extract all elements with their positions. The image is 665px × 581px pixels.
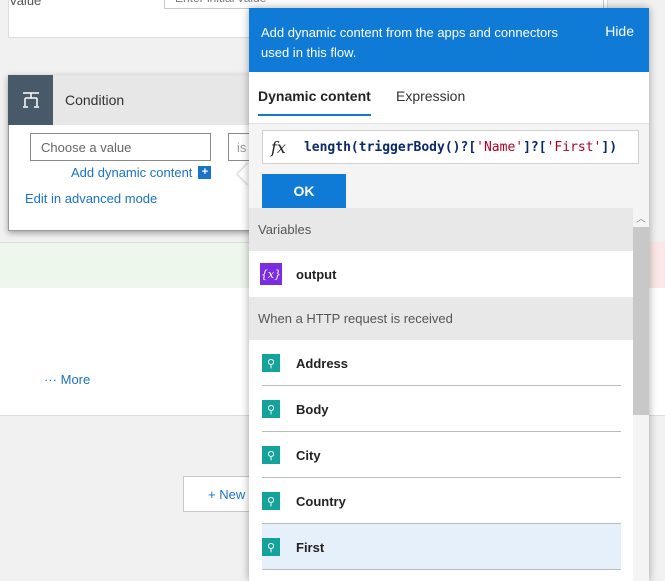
- add-dynamic-content-link[interactable]: Add dynamic content +: [71, 165, 212, 180]
- dynamic-content-flyout: Add dynamic content from the apps and co…: [249, 8, 649, 581]
- section-header: When a HTTP request is received: [249, 297, 634, 340]
- scrollbar-thumb[interactable]: [633, 227, 649, 415]
- add-dynamic-content-label: Add dynamic content: [71, 165, 193, 180]
- condition-header[interactable]: Condition: [8, 75, 266, 125]
- scroll-up-icon[interactable]: ︿: [636, 210, 646, 225]
- list-item-label: output: [296, 266, 337, 282]
- http-request-icon: ⚲: [262, 354, 280, 372]
- plus-icon[interactable]: +: [198, 166, 212, 179]
- dynamic-content-list: Variables {x} output When a HTTP request…: [249, 208, 634, 570]
- http-request-icon: ⚲: [262, 400, 280, 418]
- value-label: Value: [9, 0, 42, 8]
- flyout-header-text: Add dynamic content from the apps and co…: [261, 25, 559, 60]
- variable-icon: {x}: [260, 263, 282, 285]
- hide-button[interactable]: Hide: [605, 23, 634, 39]
- http-request-icon: ⚲: [262, 538, 280, 556]
- list-item-label: Body: [296, 401, 329, 417]
- list-item[interactable]: ⚲ Body: [249, 386, 634, 432]
- list-item-label: First: [296, 539, 325, 555]
- more-link[interactable]: ··· More: [44, 372, 90, 387]
- http-request-icon: ⚲: [262, 492, 280, 510]
- ok-button[interactable]: OK: [262, 174, 346, 208]
- flyout-tabs: Dynamic content Expression: [249, 72, 649, 124]
- flyout-header: Add dynamic content from the apps and co…: [249, 8, 649, 72]
- expression-area: fx length(triggerBody()?['Name']?['First…: [249, 124, 649, 208]
- list-item-label: Address: [296, 355, 349, 371]
- more-dots-icon: ···: [44, 372, 61, 387]
- expression-text: length(triggerBody()?['Name']?['First']): [303, 139, 618, 155]
- divider: [262, 569, 621, 570]
- choose-value-input[interactable]: Choose a value: [30, 133, 211, 161]
- condition-title: Condition: [65, 92, 125, 108]
- edit-advanced-mode-link[interactable]: Edit in advanced mode: [25, 191, 157, 206]
- list-item[interactable]: {x} output: [249, 251, 634, 297]
- tab-expression[interactable]: Expression: [396, 88, 465, 104]
- list-item[interactable]: ⚲ Country: [249, 478, 634, 524]
- section-header: Variables: [249, 208, 634, 251]
- fx-icon: fx: [271, 137, 286, 157]
- list-item-label: City: [296, 447, 321, 463]
- list-item-selected[interactable]: ⚲ First: [249, 524, 634, 570]
- list-item[interactable]: ⚲ City: [249, 432, 634, 478]
- http-request-icon: ⚲: [262, 446, 280, 464]
- tab-dynamic-content[interactable]: Dynamic content: [258, 88, 371, 116]
- expression-input[interactable]: fx length(triggerBody()?['Name']?['First…: [262, 130, 639, 164]
- list-item-label: Country: [296, 493, 346, 509]
- condition-icon: [8, 75, 53, 125]
- condition-card: Condition Choose a value is Add dynamic …: [8, 75, 266, 231]
- list-item[interactable]: ⚲ Address: [249, 340, 634, 386]
- scrollbar[interactable]: ︿: [633, 208, 649, 581]
